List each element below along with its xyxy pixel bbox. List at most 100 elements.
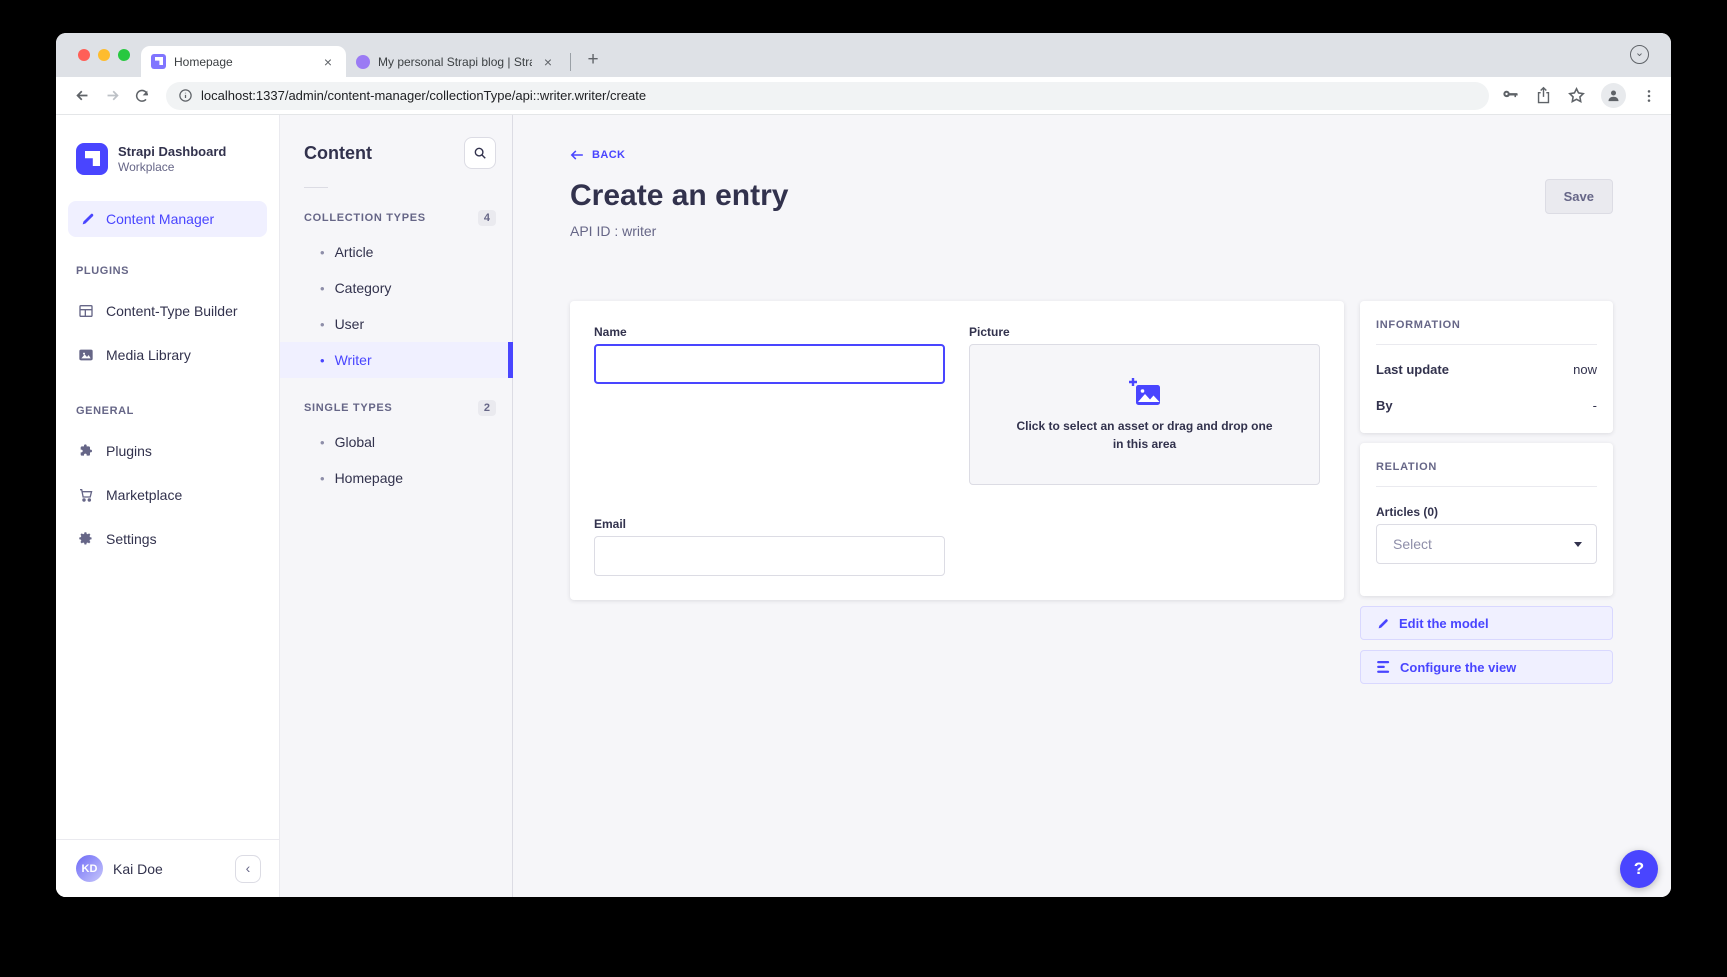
search-button[interactable]	[464, 137, 496, 169]
subnav-item-category[interactable]: • Category	[280, 270, 512, 306]
articles-select[interactable]: Select	[1376, 524, 1597, 564]
sidebar-item-label: Content-Type Builder	[106, 303, 238, 319]
picture-field: Picture Click to select an asset or drag…	[969, 325, 1320, 485]
picture-upload-dropzone[interactable]: Click to select an asset or drag and dro…	[969, 344, 1320, 485]
subnav-divider	[304, 187, 328, 188]
app-subtitle: Workplace	[118, 160, 226, 174]
puzzle-icon	[78, 443, 94, 459]
subnav-item-user[interactable]: • User	[280, 306, 512, 342]
chrome-menu-icon[interactable]	[1641, 88, 1657, 104]
gear-icon	[78, 531, 94, 547]
single-types-count-badge: 2	[478, 400, 496, 416]
name-input[interactable]	[594, 344, 945, 384]
name-label: Name	[594, 325, 945, 339]
main-sidebar: Strapi Dashboard Workplace Content Manag…	[56, 115, 280, 897]
search-icon	[473, 146, 487, 160]
by-row: By -	[1376, 398, 1597, 413]
user-avatar[interactable]: KD	[76, 855, 103, 882]
name-field: Name	[594, 325, 945, 485]
entry-form-card: Name Picture Click to select	[570, 301, 1344, 600]
refresh-icon[interactable]	[130, 84, 154, 108]
close-tab-icon[interactable]: ×	[540, 54, 556, 70]
picture-label: Picture	[969, 325, 1320, 339]
sidebar-item-label: Settings	[106, 531, 157, 547]
pen-icon	[80, 211, 96, 227]
collapse-sidebar-button[interactable]: ‹	[235, 855, 261, 883]
tab-homepage[interactable]: Homepage ×	[141, 46, 346, 77]
layout-grid-icon	[78, 303, 94, 319]
help-button[interactable]: ?	[1620, 850, 1658, 888]
pencil-icon	[1377, 617, 1390, 630]
toolbar-icons	[1501, 83, 1657, 108]
chrome-profile-chevron-icon[interactable]: ⌄	[1630, 45, 1649, 64]
sidebar-item-marketplace[interactable]: Marketplace	[56, 473, 279, 517]
back-arrow-icon	[570, 149, 584, 161]
subnav-title: Content	[304, 143, 372, 164]
sidebar-item-media-library[interactable]: Media Library	[56, 333, 279, 377]
sidebar-item-plugins[interactable]: Plugins	[56, 429, 279, 473]
tab-strapi-blog[interactable]: My personal Strapi blog | Strap ×	[346, 46, 566, 77]
browser-toolbar: localhost:1337/admin/content-manager/col…	[56, 77, 1671, 115]
add-image-icon	[1128, 377, 1162, 407]
sidebar-item-settings[interactable]: Settings	[56, 517, 279, 561]
subnav-item-homepage[interactable]: • Homepage	[280, 460, 512, 496]
browser-titlebar: Homepage × My personal Strapi blog | Str…	[56, 33, 1671, 77]
blog-favicon-icon	[356, 55, 370, 69]
url-text[interactable]: localhost:1337/admin/content-manager/col…	[201, 88, 646, 103]
by-value: -	[1593, 398, 1597, 413]
close-tab-icon[interactable]: ×	[320, 54, 336, 70]
collection-types-count-badge: 4	[478, 210, 496, 226]
subnav-item-global[interactable]: • Global	[280, 424, 512, 460]
sidebar-section-plugins: PLUGINS	[56, 265, 279, 277]
app-title: Strapi Dashboard	[118, 144, 226, 160]
tab-divider	[570, 53, 571, 71]
traffic-lights	[78, 49, 130, 61]
password-key-icon[interactable]	[1501, 86, 1520, 105]
user-row: KD Kai Doe ‹	[56, 839, 279, 897]
tab-title: Homepage	[174, 55, 312, 69]
new-tab-button[interactable]: +	[581, 48, 605, 72]
subnav-item-writer[interactable]: • Writer	[280, 342, 512, 378]
sidebar-item-content-manager[interactable]: Content Manager	[68, 201, 267, 237]
cart-icon	[78, 487, 94, 503]
strapi-app: Strapi Dashboard Workplace Content Manag…	[56, 115, 1671, 897]
forward-nav-icon[interactable]	[100, 84, 124, 108]
configure-view-button[interactable]: Configure the view	[1360, 650, 1613, 684]
minimize-window-button[interactable]	[98, 49, 110, 61]
last-update-row: Last update now	[1376, 362, 1597, 377]
subnav-item-article[interactable]: • Article	[280, 234, 512, 270]
zoom-window-button[interactable]	[118, 49, 130, 61]
relation-title: RELATION	[1376, 461, 1597, 473]
sidebar-section-general: GENERAL	[56, 405, 279, 417]
relation-card: RELATION Articles (0) Select	[1360, 443, 1613, 596]
close-window-button[interactable]	[78, 49, 90, 61]
save-button[interactable]: Save	[1545, 179, 1613, 214]
page-title: Create an entry	[570, 179, 788, 213]
single-types-header: SINGLE TYPES 2	[280, 400, 512, 416]
sidebar-item-content-type-builder[interactable]: Content-Type Builder	[56, 289, 279, 333]
picture-icon	[78, 347, 94, 363]
site-info-icon[interactable]	[178, 88, 193, 103]
layout-lines-icon	[1377, 661, 1391, 673]
back-link[interactable]: BACK	[570, 149, 1613, 161]
sidebar-item-label: Marketplace	[106, 487, 182, 503]
information-card: INFORMATION Last update now By -	[1360, 301, 1613, 433]
email-field: Email	[594, 517, 945, 576]
right-panel: INFORMATION Last update now By - RELATIO…	[1360, 301, 1613, 684]
back-nav-icon[interactable]	[70, 84, 94, 108]
brand-block[interactable]: Strapi Dashboard Workplace	[56, 115, 279, 195]
bookmark-star-icon[interactable]	[1567, 86, 1586, 105]
divider	[1376, 344, 1597, 345]
chrome-avatar-icon[interactable]	[1601, 83, 1626, 108]
browser-window: Homepage × My personal Strapi blog | Str…	[56, 33, 1671, 897]
address-bar[interactable]: localhost:1337/admin/content-manager/col…	[166, 82, 1489, 110]
strapi-logo-icon	[76, 143, 108, 175]
information-title: INFORMATION	[1376, 319, 1597, 331]
edit-model-button[interactable]: Edit the model	[1360, 606, 1613, 640]
sidebar-item-label: Plugins	[106, 443, 152, 459]
email-input[interactable]	[594, 536, 945, 576]
user-name: Kai Doe	[113, 861, 225, 877]
share-icon[interactable]	[1535, 86, 1552, 105]
articles-relation-label: Articles (0)	[1376, 505, 1597, 519]
content-subnav: Content COLLECTION TYPES 4 • Article • C…	[280, 115, 513, 897]
